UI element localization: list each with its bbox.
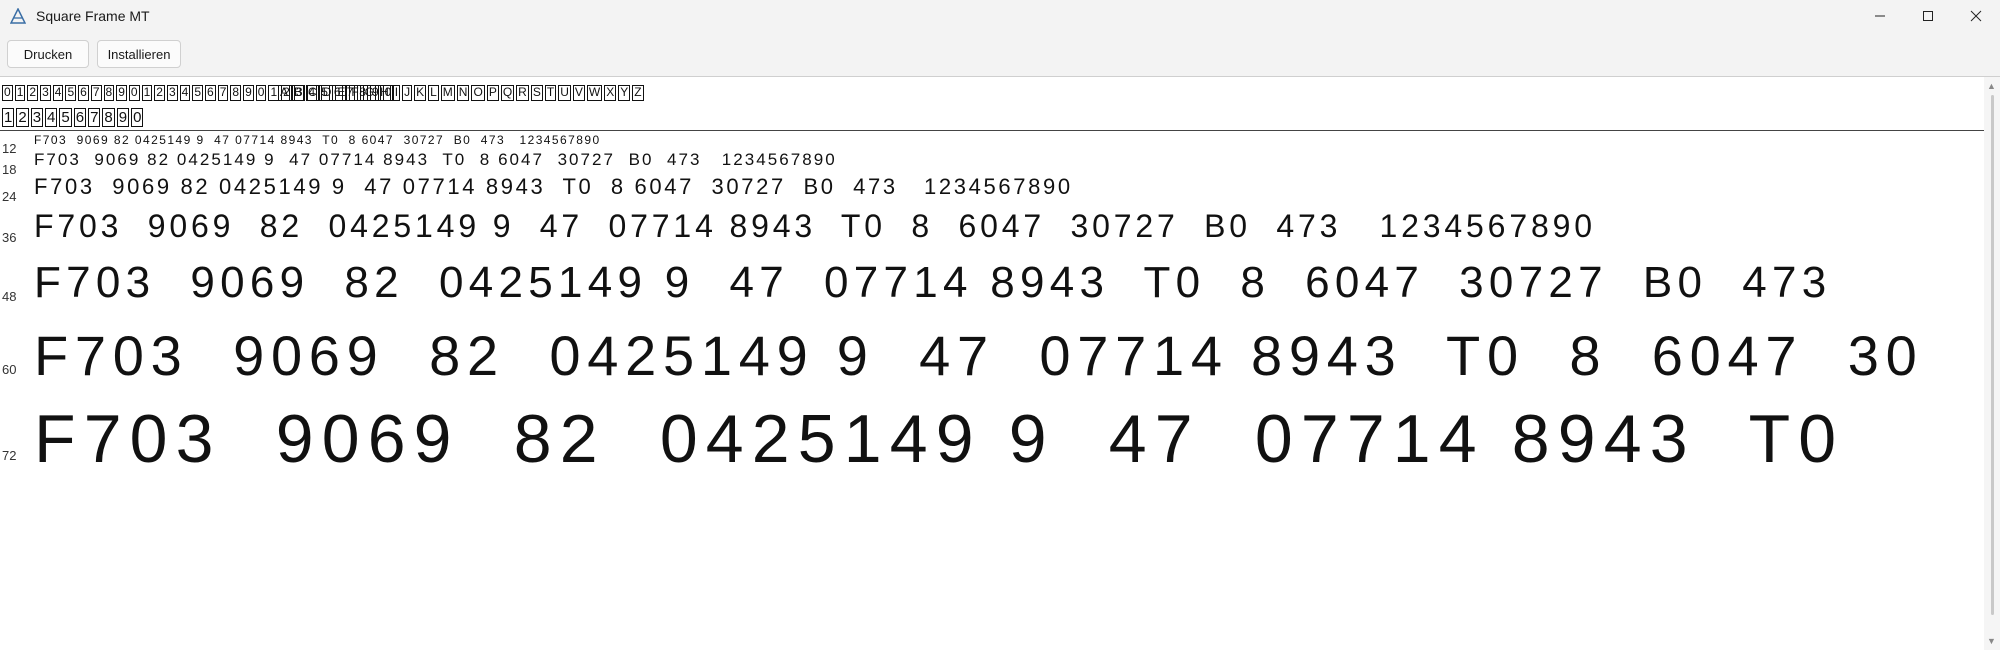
window-title: Square Frame MT (36, 8, 150, 24)
sample-text: F703 9069 82 0425149 9 47 07714 8943 T0 (34, 401, 1845, 477)
charset-glyph: 4 (52, 85, 64, 101)
charset-glyph: 2 (154, 85, 165, 101)
charset-glyph: 9 (116, 85, 127, 101)
charset-glyph: 7 (217, 85, 229, 101)
toolbar: Drucken Installieren (0, 32, 2000, 77)
charset-glyph: J (402, 85, 413, 101)
size-label: 36 (2, 230, 17, 246)
sample-text: F703 9069 82 0425149 9 47 07714 8943 T0 … (34, 258, 1832, 307)
scroll-thumb[interactable] (1991, 95, 1994, 615)
charset-letters-line: ABCDEFGHIJKLMNOPQRSTUVWXYZ (278, 85, 646, 101)
window-controls (1856, 0, 2000, 32)
charset-glyph: Y (618, 85, 631, 101)
charset-glyph: 1 (141, 85, 153, 101)
charset-glyph: Z (632, 85, 644, 101)
sample-text: F703 9069 82 0425149 9 47 07714 8943 T0 … (34, 324, 1924, 387)
charset-glyph: F (349, 85, 361, 101)
charset-glyph: Q (500, 85, 515, 101)
charset-glyph: 0 (128, 85, 140, 101)
charset-glyph: 0 (255, 85, 267, 101)
charset-glyph: X (604, 85, 617, 101)
maximize-button[interactable] (1904, 0, 1952, 32)
charset-glyph: A (278, 85, 291, 101)
charset-glyph: 6 (205, 85, 216, 101)
charset-glyph: M (440, 85, 455, 101)
sample-text: F703 9069 82 0425149 9 47 07714 8943 T0 … (34, 174, 1073, 199)
charset-glyph: G (362, 85, 377, 101)
charset-glyph: 8 (230, 85, 242, 101)
charset-glyph: 0 (2, 85, 13, 101)
font-preview-area: 0123456789012345678901234567890 ABCDEFGH… (0, 77, 1984, 650)
sample-text: F703 9069 82 0425149 9 47 07714 8943 T0 … (34, 150, 837, 169)
charset-glyph: 8 (103, 85, 115, 101)
scroll-up-icon[interactable]: ▲ (1987, 81, 1996, 91)
charset-glyph: 7 (88, 108, 101, 128)
charset-glyph: 5 (192, 85, 203, 101)
charset-glyph: K (414, 85, 427, 101)
maximize-icon (1923, 11, 1933, 21)
charset-glyph: 5 (65, 85, 77, 101)
charset-glyph: 1 (14, 85, 26, 101)
minimize-icon (1875, 15, 1885, 17)
charset-glyph: 2 (27, 85, 39, 101)
size-label: 48 (2, 288, 17, 304)
font-viewer-icon (10, 8, 26, 24)
charset-glyph: V (572, 85, 585, 101)
size-label: 12 (2, 141, 17, 157)
charset-glyph: N (456, 85, 470, 101)
install-button[interactable]: Installieren (97, 40, 181, 68)
charset-glyph: T (544, 85, 557, 101)
close-button[interactable] (1952, 0, 2000, 32)
charset-glyph: 9 (116, 108, 130, 128)
charset-digits-line-2: 1234567890 (2, 108, 145, 128)
charset-glyph: 3 (166, 85, 178, 101)
charset-glyph: 4 (179, 85, 191, 101)
title-bar: Square Frame MT (0, 0, 2000, 32)
charset-glyph: 2 (16, 108, 29, 128)
charset-glyph: S (530, 85, 543, 101)
charset-glyph: 3 (40, 85, 51, 101)
scroll-down-icon[interactable]: ▼ (1987, 636, 1996, 646)
minimize-button[interactable] (1856, 0, 1904, 32)
close-icon (1970, 10, 1982, 22)
charset-glyph: U (558, 85, 571, 101)
charset-glyph: I (392, 85, 401, 101)
charset-glyph: 6 (73, 108, 87, 128)
charset-glyph: L (428, 85, 439, 101)
charset-glyph: D (320, 85, 334, 101)
charset-glyph: 9 (243, 85, 254, 101)
charset-glyph: C (306, 85, 319, 101)
vertical-scrollbar[interactable]: ▲ ▼ (1984, 77, 2000, 650)
charset-glyph: B (292, 85, 305, 101)
print-button[interactable]: Drucken (7, 40, 89, 68)
charset-glyph: R (516, 85, 529, 101)
charset-glyph: 4 (45, 108, 58, 128)
charset-glyph: H (378, 85, 391, 101)
sample-text: F703 9069 82 0425149 9 47 07714 8943 T0 … (34, 208, 1596, 244)
charset-glyph: 0 (131, 108, 144, 128)
charset-glyph: 3 (30, 108, 44, 128)
size-label: 72 (2, 447, 17, 463)
size-label: 24 (2, 189, 17, 205)
charset-glyph: 8 (102, 108, 115, 128)
charset-glyph: 1 (2, 108, 15, 128)
charset-glyph: W (586, 85, 603, 101)
size-label: 60 (2, 362, 17, 378)
charset-glyph: 6 (78, 85, 89, 101)
charset-glyph: 5 (59, 108, 72, 128)
charset-glyph: E (335, 85, 348, 101)
divider (0, 130, 1984, 131)
charset-glyph: O (471, 85, 485, 101)
sample-text: F703 9069 82 0425149 9 47 07714 8943 T0 … (34, 133, 601, 147)
charset-glyph: 7 (90, 85, 102, 101)
charset-glyph: P (486, 85, 499, 101)
size-label: 18 (2, 161, 17, 177)
